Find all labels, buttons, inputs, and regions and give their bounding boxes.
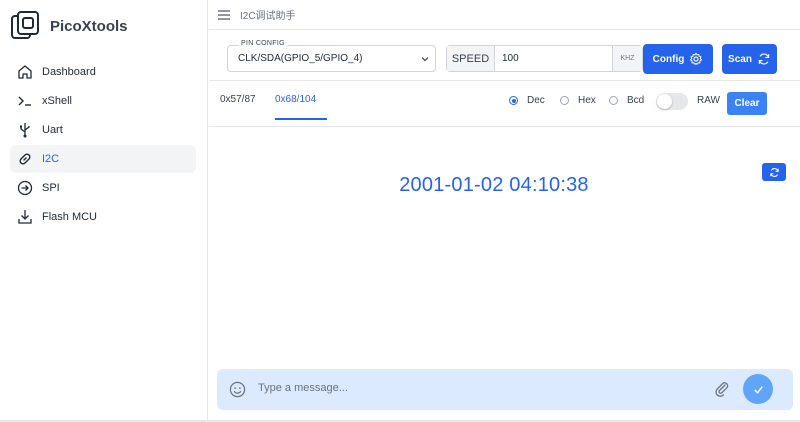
sidebar-item-i2c[interactable]: I2C bbox=[10, 145, 196, 173]
pin-config-label: PIN CONFIG bbox=[239, 40, 287, 47]
config-toolbar: CLK/SDA(GPIO_5/GPIO_4) PIN CONFIG SPEED … bbox=[227, 40, 787, 76]
main-panel: I2C调试助手 CLK/SDA(GPIO_5/GPIO_4) PIN CONFI… bbox=[209, 0, 800, 422]
home-icon bbox=[16, 63, 34, 81]
sidebar-item-label: Uart bbox=[42, 124, 63, 136]
top-bar: I2C调试助手 bbox=[209, 0, 800, 30]
refresh-icon bbox=[758, 53, 770, 65]
radio-dec-label: Dec bbox=[527, 95, 545, 106]
check-icon bbox=[753, 385, 763, 394]
clear-button[interactable]: Clear bbox=[727, 92, 767, 115]
device-tabs-row: 0x57/87 0x68/104 Dec Hex Bcd RAW Clear bbox=[209, 80, 800, 127]
message-composer: Type a message... bbox=[217, 369, 793, 410]
app-window: PicoXtools Dashboard xShell Uart I2C SPI… bbox=[0, 0, 800, 422]
sidebar-item-label: Flash MCU bbox=[42, 211, 98, 223]
sidebar-nav: Dashboard xShell Uart I2C SPI Flash MCU bbox=[10, 58, 196, 232]
radio-hex-label: Hex bbox=[578, 95, 596, 106]
pin-config-select[interactable]: CLK/SDA(GPIO_5/GPIO_4) bbox=[227, 45, 436, 72]
raw-toggle[interactable] bbox=[656, 93, 688, 110]
raw-label: RAW bbox=[697, 95, 720, 106]
sidebar-item-flash-mcu[interactable]: Flash MCU bbox=[10, 203, 196, 231]
sidebar-item-xshell[interactable]: xShell bbox=[10, 87, 196, 115]
sidebar-item-label: xShell bbox=[42, 95, 72, 107]
sidebar: PicoXtools Dashboard xShell Uart I2C SPI… bbox=[0, 0, 208, 422]
link-icon bbox=[16, 150, 34, 168]
logo[interactable]: PicoXtools bbox=[10, 10, 128, 42]
speed-unit: KHZ bbox=[612, 46, 642, 71]
paperclip-icon[interactable] bbox=[713, 380, 731, 398]
emoji-icon[interactable] bbox=[229, 381, 246, 398]
rtc-datetime-display: 2001-01-02 04:10:38 bbox=[399, 174, 589, 196]
speed-label: SPEED bbox=[447, 46, 495, 71]
message-input[interactable]: Type a message... bbox=[258, 382, 348, 394]
radio-bcd-indicator bbox=[609, 96, 618, 105]
logo-icon bbox=[11, 11, 39, 39]
app-name: PicoXtools bbox=[50, 17, 128, 35]
sidebar-item-uart[interactable]: Uart bbox=[10, 116, 196, 144]
terminal-icon bbox=[16, 92, 34, 110]
sidebar-item-label: SPI bbox=[42, 182, 60, 194]
scan-button[interactable]: Scan bbox=[722, 44, 777, 74]
config-button-label: Config bbox=[652, 53, 685, 65]
usb-icon bbox=[16, 121, 34, 139]
tab-0x68[interactable]: 0x68/104 bbox=[275, 94, 327, 120]
tab-0x57[interactable]: 0x57/87 bbox=[220, 94, 256, 120]
speed-input-group: SPEED 100 KHZ bbox=[446, 45, 643, 72]
radio-dec-indicator bbox=[509, 96, 518, 105]
sidebar-item-label: I2C bbox=[42, 153, 60, 165]
download-icon bbox=[16, 208, 34, 226]
arrow-circle-icon bbox=[16, 179, 34, 197]
scan-button-label: Scan bbox=[728, 53, 752, 65]
pin-config-value: CLK/SDA(GPIO_5/GPIO_4) bbox=[238, 53, 363, 64]
config-button[interactable]: Config bbox=[643, 44, 713, 74]
chevron-down-icon bbox=[421, 57, 429, 62]
format-hex-radio[interactable]: Hex bbox=[560, 95, 596, 106]
gear-icon bbox=[690, 52, 703, 65]
sidebar-item-dashboard[interactable]: Dashboard bbox=[10, 58, 196, 86]
format-dec-radio[interactable]: Dec bbox=[509, 95, 545, 106]
format-bcd-radio[interactable]: Bcd bbox=[609, 95, 644, 106]
sidebar-item-label: Dashboard bbox=[42, 66, 96, 78]
page-title: I2C调试助手 bbox=[240, 11, 296, 22]
send-button[interactable] bbox=[743, 374, 773, 404]
radio-hex-indicator bbox=[560, 96, 569, 105]
radio-bcd-label: Bcd bbox=[627, 95, 645, 106]
speed-input[interactable]: 100 bbox=[495, 46, 612, 71]
sidebar-item-spi[interactable]: SPI bbox=[10, 174, 196, 202]
hamburger-icon[interactable] bbox=[216, 7, 232, 23]
